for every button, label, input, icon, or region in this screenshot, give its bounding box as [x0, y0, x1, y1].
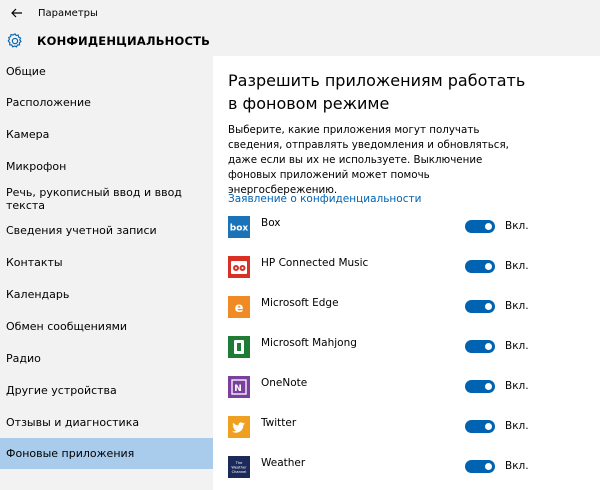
toggle-knob — [485, 303, 492, 310]
background-toggle-weather[interactable] — [465, 460, 495, 473]
background-toggle-twitter[interactable] — [465, 420, 495, 433]
toggle-knob — [485, 383, 492, 390]
twitter-icon — [228, 416, 250, 438]
app-name: OneNote — [261, 377, 308, 389]
sidebar-item-location[interactable]: Расположение — [0, 87, 213, 118]
sidebar-item-microphone[interactable]: Микрофон — [0, 151, 213, 182]
box-icon: box — [228, 216, 250, 238]
svg-text:N: N — [234, 384, 242, 394]
sidebar-item-label: Радио — [6, 352, 41, 365]
app-name: Weather — [261, 457, 306, 469]
sidebar-item-label: Камера — [6, 128, 50, 141]
sidebar-item-radios[interactable]: Радио — [0, 343, 213, 374]
app-row-box: box Box Вкл. — [228, 216, 588, 246]
app-name: Microsoft Mahjong — [261, 337, 357, 349]
background-toggle-microsoft-mahjong[interactable] — [465, 340, 495, 353]
back-arrow-icon — [11, 8, 22, 18]
app-name: HP Connected Music — [261, 257, 369, 269]
app-row-weather: The Weather Channel Weather Вкл. — [228, 456, 588, 486]
sidebar-item-label: Речь, рукописный ввод и ввод текста — [6, 185, 182, 212]
svg-text:Weather: Weather — [231, 466, 247, 470]
sidebar-item-label: Другие устройства — [6, 384, 117, 397]
background-toggle-hp-connected-music[interactable] — [465, 260, 495, 273]
svg-text:box: box — [230, 224, 249, 234]
sidebar-item-label: Контакты — [6, 256, 63, 269]
app-row-microsoft-edge: e Microsoft Edge Вкл. — [228, 296, 588, 326]
toggle-state-label: Вкл. — [505, 460, 529, 472]
toggle-state-label: Вкл. — [505, 260, 529, 272]
toggle-state-label: Вкл. — [505, 420, 529, 432]
sidebar-item-contacts[interactable]: Контакты — [0, 247, 213, 278]
onenote-icon: N — [228, 376, 250, 398]
hp-connected-music-icon — [228, 256, 250, 278]
section-title: КОНФИДЕНЦИАЛЬНОСТЬ — [37, 34, 211, 48]
app-name: Box — [261, 217, 281, 229]
app-row-hp-connected-music: HP Connected Music Вкл. — [228, 256, 588, 286]
window-title: Параметры — [38, 7, 98, 19]
toggle-knob — [485, 423, 492, 430]
app-row-onenote: N OneNote Вкл. — [228, 376, 588, 406]
svg-text:Channel: Channel — [232, 470, 247, 474]
svg-text:e: e — [235, 301, 244, 316]
mahjong-icon — [228, 336, 250, 358]
toggle-state-label: Вкл. — [505, 220, 529, 232]
sidebar-item-label: Расположение — [6, 96, 91, 109]
sidebar-item-account-info[interactable]: Сведения учетной записи — [0, 215, 213, 246]
sidebar-item-label: Календарь — [6, 288, 70, 301]
section-header: КОНФИДЕНЦИАЛЬНОСТЬ — [0, 26, 600, 56]
toggle-knob — [485, 223, 492, 230]
toggle-state-label: Вкл. — [505, 300, 529, 312]
app-name: Microsoft Edge — [261, 297, 339, 309]
toggle-state-label: Вкл. — [505, 380, 529, 392]
sidebar-item-label: Отзывы и диагностика — [6, 416, 140, 429]
app-row-microsoft-mahjong: Microsoft Mahjong Вкл. — [228, 336, 588, 366]
edge-icon: e — [228, 296, 250, 318]
background-toggle-microsoft-edge[interactable] — [465, 300, 495, 313]
sidebar-item-other-devices[interactable]: Другие устройства — [0, 375, 213, 406]
sidebar-item-background-apps[interactable]: Фоновые приложения — [0, 438, 213, 469]
main-content: Разрешить приложениям работать в фоновом… — [213, 56, 600, 490]
privacy-statement-link[interactable]: Заявление о конфиденциальности — [228, 193, 421, 205]
title-bar: Параметры — [0, 0, 600, 26]
background-toggle-box[interactable] — [465, 220, 495, 233]
sidebar-item-label: Сведения учетной записи — [6, 224, 157, 237]
toggle-state-label: Вкл. — [505, 340, 529, 352]
sidebar-item-label: Фоновые приложения — [6, 447, 135, 460]
sidebar-item-camera[interactable]: Камера — [0, 119, 213, 150]
svg-text:The: The — [235, 461, 243, 465]
sidebar: Общие Расположение Камера Микрофон Речь,… — [0, 56, 213, 490]
page-title: Разрешить приложениям работать в фоновом… — [228, 71, 526, 113]
sidebar-item-messaging[interactable]: Обмен сообщениями — [0, 311, 213, 342]
sidebar-item-feedback[interactable]: Отзывы и диагностика — [0, 407, 213, 438]
toggle-knob — [485, 463, 492, 470]
sidebar-item-label: Микрофон — [6, 160, 67, 173]
sidebar-item-label: Общие — [6, 65, 46, 78]
sidebar-item-speech[interactable]: Речь, рукописный ввод и ввод текста — [0, 183, 213, 214]
gear-icon — [5, 31, 25, 51]
app-row-twitter: Twitter Вкл. — [228, 416, 588, 446]
toggle-knob — [485, 263, 492, 270]
sidebar-item-general[interactable]: Общие — [0, 56, 213, 87]
background-toggle-onenote[interactable] — [465, 380, 495, 393]
toggle-knob — [485, 343, 492, 350]
back-button[interactable] — [4, 0, 30, 26]
app-name: Twitter — [261, 417, 297, 429]
sidebar-item-calendar[interactable]: Календарь — [0, 279, 213, 310]
description-text: Выберите, какие приложения могут получат… — [228, 124, 509, 196]
sidebar-item-label: Обмен сообщениями — [6, 320, 128, 333]
weather-channel-icon: The Weather Channel — [228, 456, 250, 478]
